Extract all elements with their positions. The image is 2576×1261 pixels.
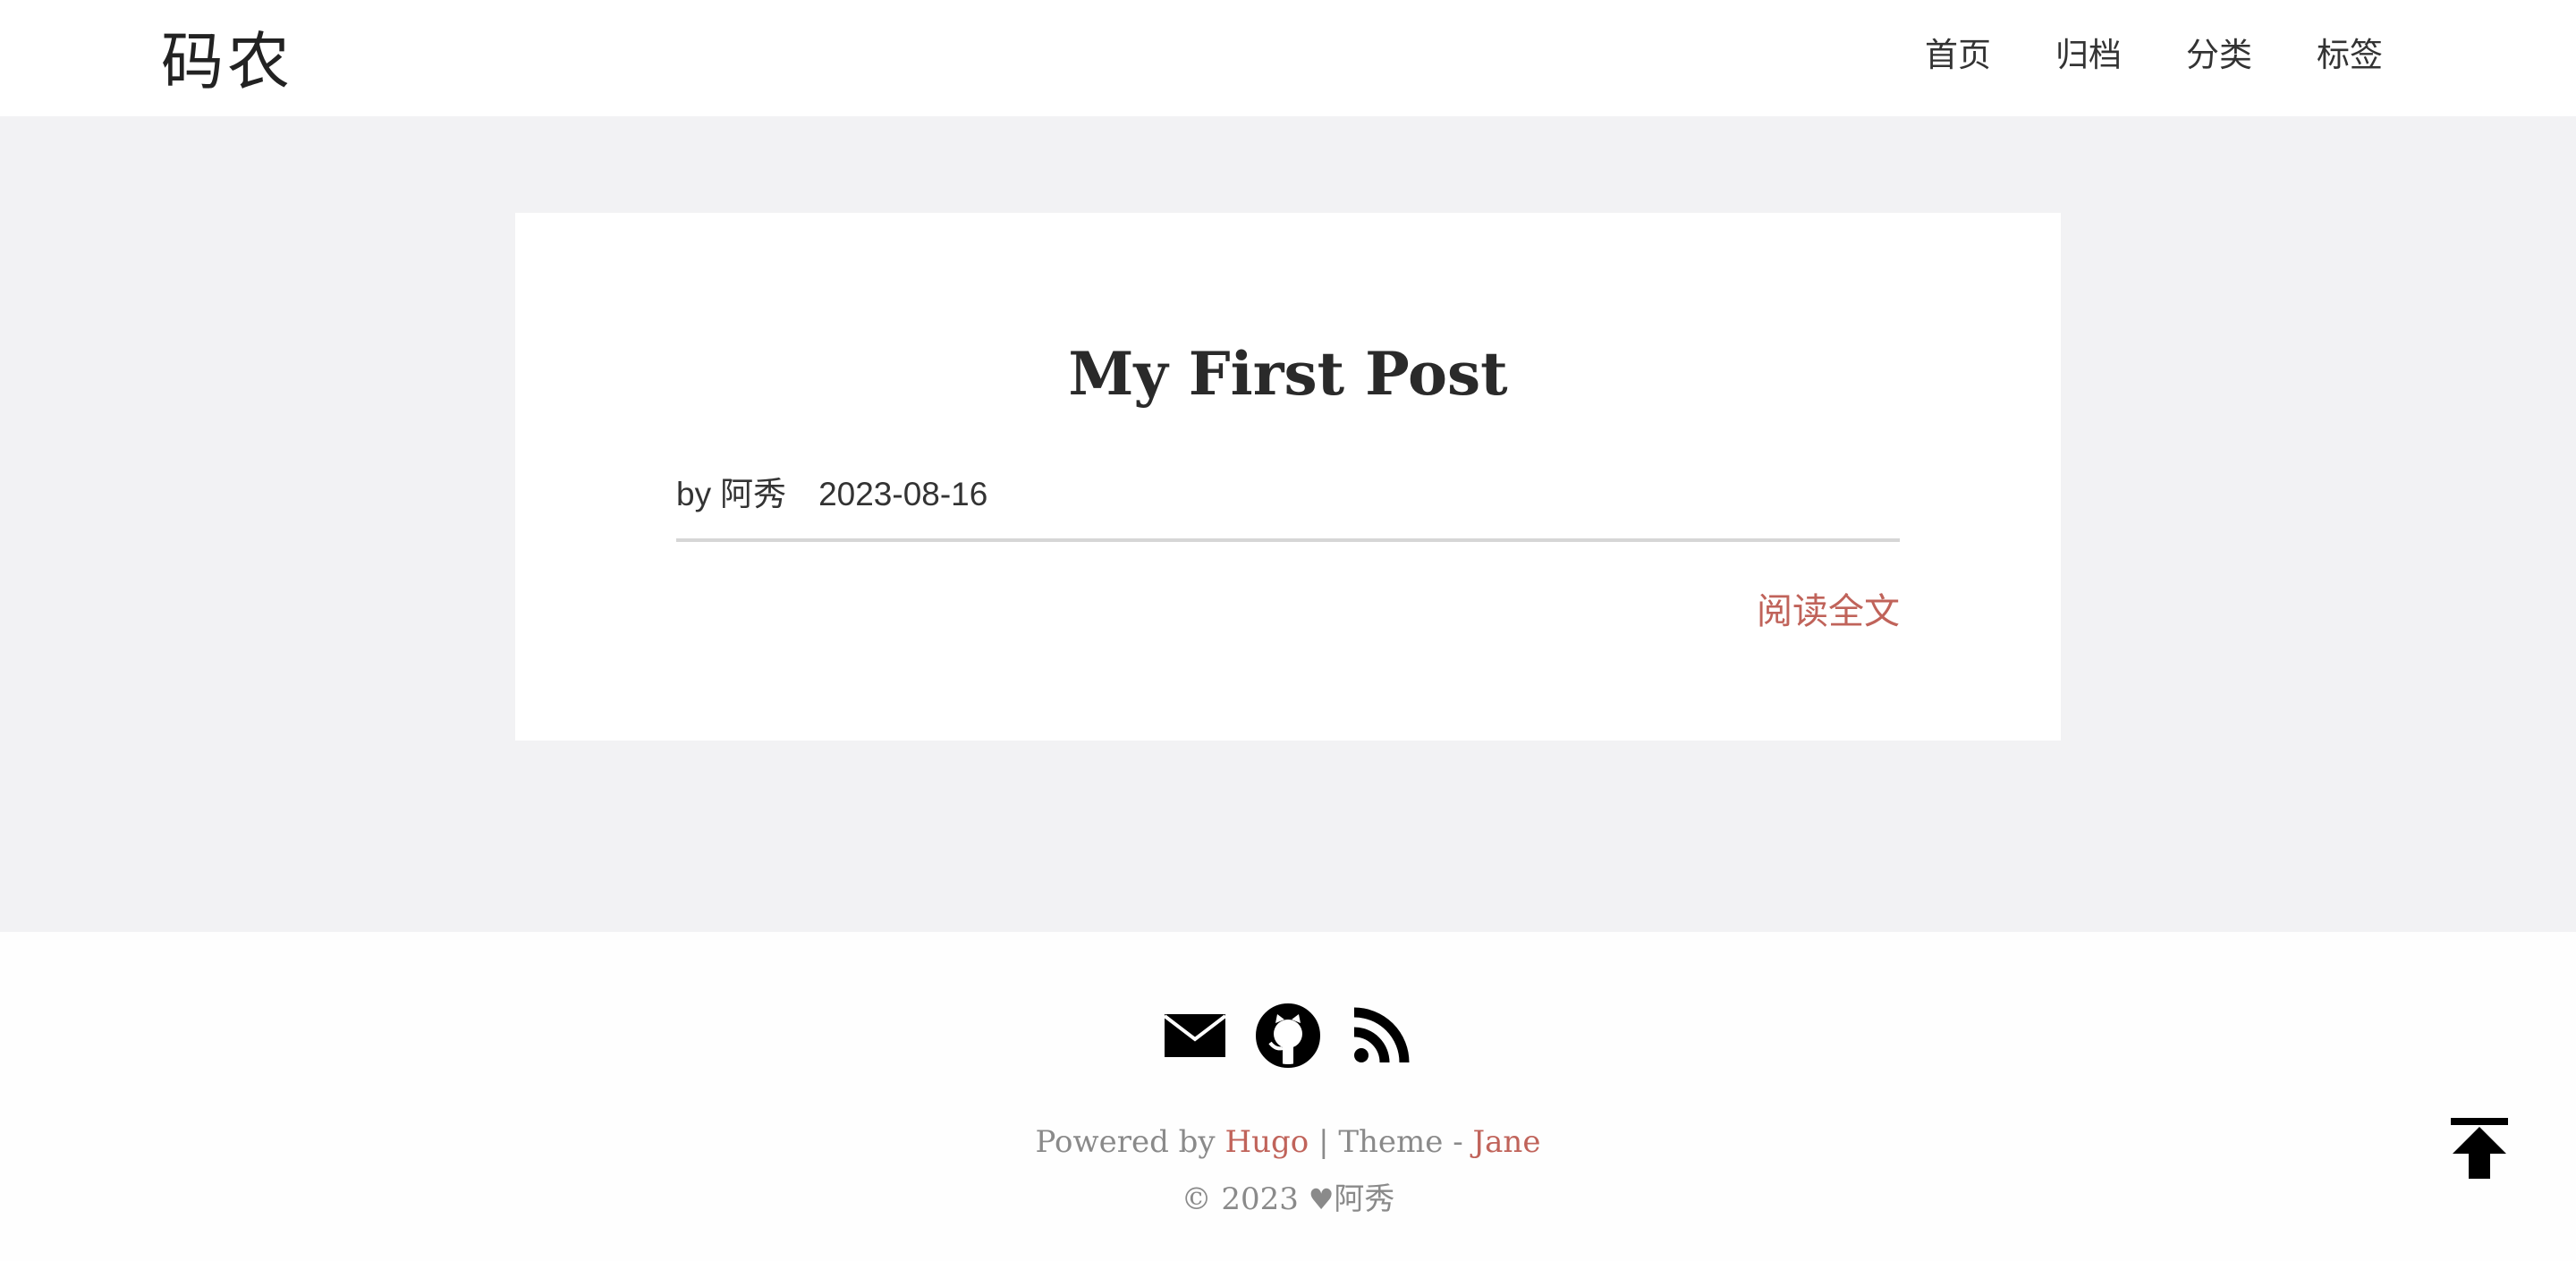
social-links (0, 1003, 2576, 1068)
post-title[interactable]: My First Post (515, 338, 2061, 410)
powered-by-label: Powered by (1035, 1124, 1216, 1160)
post-author-wrap: by 阿秀 (676, 472, 786, 517)
main-nav: 首页 归档 分类 标签 (1860, 32, 2383, 79)
github-icon[interactable] (1256, 1003, 1320, 1068)
site-footer: Powered by Hugo | Theme - Jane © 2023 ♥阿… (0, 932, 2576, 1261)
main-content: My First Post by 阿秀 2023-08-16 阅读全文 (0, 116, 2576, 932)
back-to-top-button[interactable] (2451, 1118, 2508, 1179)
arrow-up-icon (2451, 1118, 2508, 1179)
copyright-name: 阿秀 (1334, 1181, 1395, 1217)
hugo-link[interactable]: Hugo (1224, 1124, 1309, 1160)
heart-icon: ♥ (1308, 1182, 1335, 1216)
site-logo[interactable]: 码农 (161, 21, 293, 102)
copyright-year: © 2023 (1181, 1181, 1299, 1217)
nav-item-home[interactable]: 首页 (1925, 32, 1991, 79)
post-by-label: by (676, 476, 712, 512)
nav-item-categories[interactable]: 分类 (2186, 32, 2252, 79)
post-card: My First Post by 阿秀 2023-08-16 阅读全文 (515, 213, 2061, 741)
powered-by: Powered by Hugo | Theme - Jane (0, 1120, 2576, 1164)
post-meta: by 阿秀 2023-08-16 (676, 472, 987, 517)
post-divider (676, 538, 1900, 542)
rss-icon[interactable] (1349, 1003, 1413, 1068)
jane-theme-link[interactable]: Jane (1473, 1124, 1541, 1160)
envelope-icon[interactable] (1163, 1003, 1227, 1068)
read-more-link[interactable]: 阅读全文 (1757, 587, 1900, 637)
post-date: 2023-08-16 (818, 476, 988, 512)
nav-item-tags[interactable]: 标签 (2317, 32, 2383, 79)
post-author: 阿秀 (720, 476, 787, 512)
site-header: 码农 首页 归档 分类 标签 (0, 0, 2576, 116)
footer-separator: | (1318, 1124, 1329, 1160)
copyright: © 2023 ♥阿秀 (0, 1177, 2576, 1222)
theme-label: Theme - (1338, 1124, 1463, 1160)
nav-item-archives[interactable]: 归档 (2055, 32, 2122, 79)
